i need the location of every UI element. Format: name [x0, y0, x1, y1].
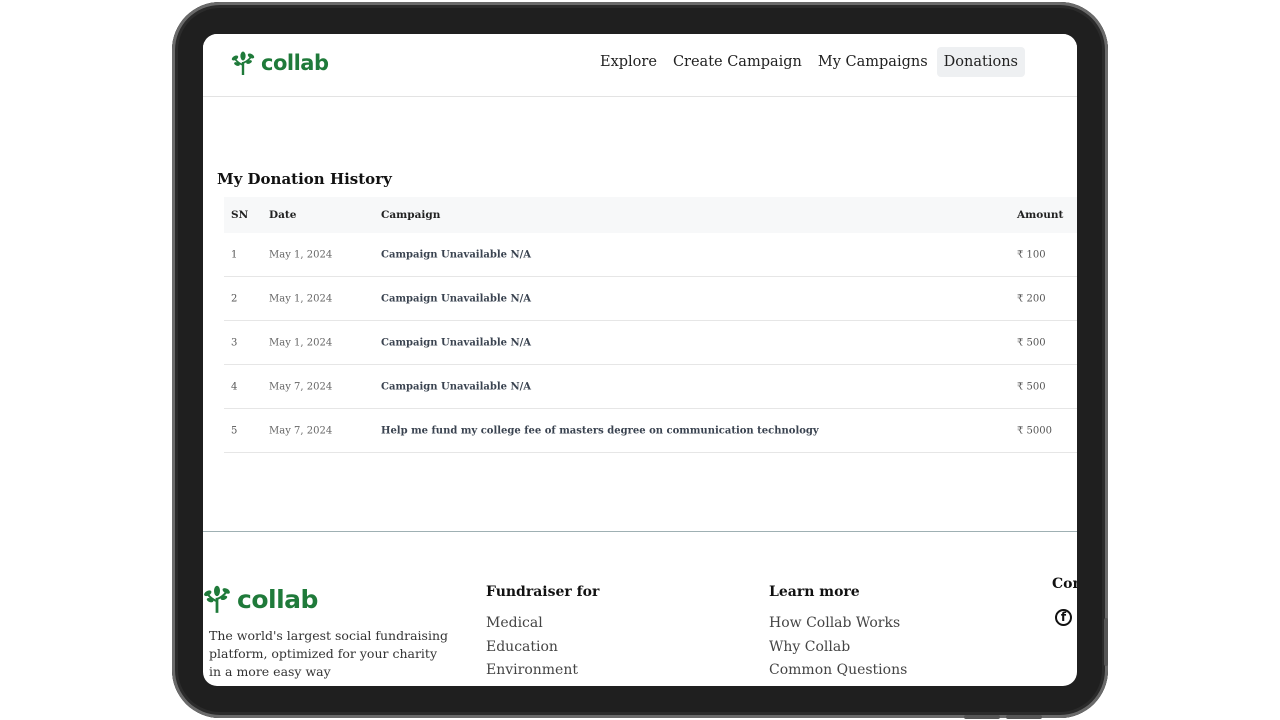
- footer-contact-column: Con: [1052, 576, 1077, 604]
- table-row: 2 May 1, 2024 Campaign Unavailable N/A ₹…: [224, 277, 1077, 321]
- table-row: 1 May 1, 2024 Campaign Unavailable N/A ₹…: [224, 233, 1077, 277]
- site-header: collab Explore Create Campaign My Campai…: [203, 34, 1077, 97]
- tablet-bottom-button: [964, 715, 1000, 719]
- link-medical[interactable]: Medical: [486, 612, 599, 636]
- cell-amount: ₹ 500: [1017, 337, 1046, 348]
- header-campaign: Campaign: [381, 209, 441, 221]
- nav-explore[interactable]: Explore: [593, 47, 664, 77]
- tree-sprout-icon: [231, 51, 255, 75]
- header-logo[interactable]: collab: [231, 50, 329, 76]
- cell-date: May 1, 2024: [269, 249, 333, 260]
- brand-name: collab: [261, 51, 329, 75]
- cell-sn: 2: [231, 293, 238, 304]
- header-date: Date: [269, 209, 297, 221]
- cell-amount: ₹ 500: [1017, 381, 1046, 392]
- nav-donations[interactable]: Donations: [936, 47, 1025, 77]
- link-how-collab-works[interactable]: How Collab Works: [769, 612, 907, 636]
- learn-title: Learn more: [769, 584, 860, 600]
- cell-campaign[interactable]: Campaign Unavailable N/A: [381, 249, 531, 260]
- contact-title: Con: [1052, 576, 1077, 592]
- screen: collab Explore Create Campaign My Campai…: [203, 34, 1077, 686]
- main-nav: Explore Create Campaign My Campaigns Don…: [593, 47, 1025, 77]
- footer-description: The world's largest social fundraising p…: [209, 628, 449, 679]
- link-environment[interactable]: Environment: [486, 659, 599, 683]
- tree-sprout-icon: [204, 585, 230, 613]
- cell-date: May 7, 2024: [269, 425, 333, 436]
- cell-amount: ₹ 200: [1017, 293, 1046, 304]
- cell-campaign[interactable]: Campaign Unavailable N/A: [381, 381, 531, 392]
- link-education[interactable]: Education: [486, 636, 599, 660]
- cell-campaign[interactable]: Campaign Unavailable N/A: [381, 337, 531, 348]
- cell-campaign[interactable]: Help me fund my college fee of masters d…: [381, 425, 819, 436]
- header-amount: Amount: [1017, 209, 1064, 221]
- cell-date: May 1, 2024: [269, 293, 333, 304]
- cell-sn: 3: [231, 337, 238, 348]
- cell-date: May 7, 2024: [269, 381, 333, 392]
- table-row: 5 May 7, 2024 Help me fund my college fe…: [224, 409, 1077, 453]
- nav-my-campaigns[interactable]: My Campaigns: [811, 47, 935, 77]
- footer-learn-column: Learn more How Collab Works Why Collab C…: [769, 584, 907, 683]
- link-why-collab[interactable]: Why Collab: [769, 636, 907, 660]
- cell-sn: 1: [231, 249, 238, 260]
- tablet-bottom-button: [1006, 715, 1042, 719]
- table-row: 3 May 1, 2024 Campaign Unavailable N/A ₹…: [224, 321, 1077, 365]
- fundraiser-title: Fundraiser for: [486, 584, 600, 600]
- facebook-icon[interactable]: f: [1055, 609, 1072, 626]
- footer-brand-name: collab: [237, 584, 318, 614]
- nav-create-campaign[interactable]: Create Campaign: [666, 47, 809, 77]
- cell-sn: 4: [231, 381, 238, 392]
- link-common-questions[interactable]: Common Questions: [769, 659, 907, 683]
- table-row: 4 May 7, 2024 Campaign Unavailable N/A ₹…: [224, 365, 1077, 409]
- cell-sn: 5: [231, 425, 238, 436]
- footer-fundraiser-column: Fundraiser for Medical Education Environ…: [486, 584, 599, 683]
- donation-history-table: SN Date Campaign Amount 1 May 1, 2024 Ca…: [224, 197, 1077, 453]
- cell-amount: ₹ 5000: [1017, 425, 1052, 436]
- tablet-side-button: [1104, 618, 1108, 666]
- cell-date: May 1, 2024: [269, 337, 333, 348]
- footer-divider: [203, 531, 1077, 532]
- cell-amount: ₹ 100: [1017, 249, 1046, 260]
- page-title: My Donation History: [217, 170, 392, 188]
- footer-logo[interactable]: collab: [203, 584, 318, 614]
- table-header: SN Date Campaign Amount: [224, 197, 1077, 233]
- header-sn: SN: [231, 209, 249, 221]
- cell-campaign[interactable]: Campaign Unavailable N/A: [381, 293, 531, 304]
